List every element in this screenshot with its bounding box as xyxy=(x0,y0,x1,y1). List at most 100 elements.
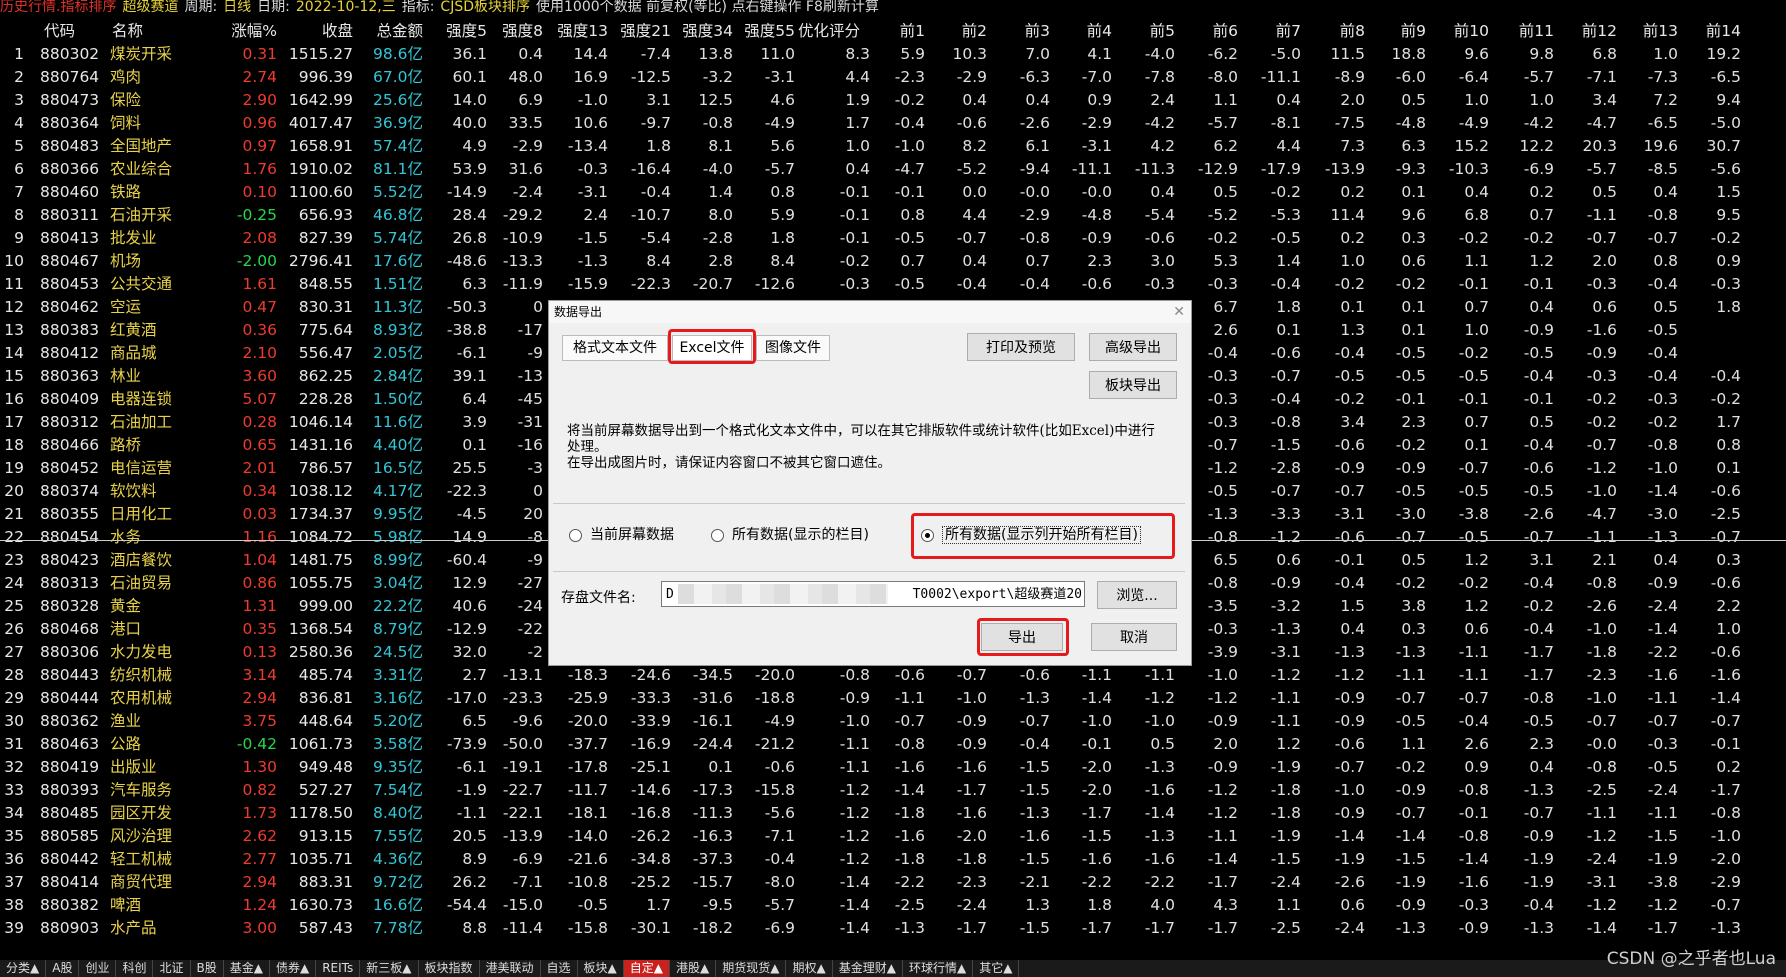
value-cell: -1.2 xyxy=(839,804,870,822)
bottom-tab[interactable]: B股 xyxy=(191,960,224,977)
browse-button[interactable]: 浏览... xyxy=(1097,581,1177,609)
value-cell: -0.4 xyxy=(1523,574,1554,592)
value-cell: -33.9 xyxy=(630,712,671,730)
value-cell: -1.9 xyxy=(1270,827,1301,845)
value-cell: -20.0 xyxy=(754,666,795,684)
total-amount: 4.17亿 xyxy=(372,482,423,500)
tab-format-text[interactable]: 格式文本文件 xyxy=(562,335,668,361)
value-cell: 6.3 xyxy=(1401,137,1426,155)
row-index: 17 xyxy=(4,413,24,431)
cancel-button[interactable]: 取消 xyxy=(1091,623,1177,651)
value-cell: -3.1 xyxy=(1586,873,1617,891)
value-cell: -2.1 xyxy=(1019,873,1050,891)
file-path-input[interactable]: D T0002\export\超级赛道20 xyxy=(661,581,1085,607)
value-cell: -0.2 xyxy=(1334,275,1365,293)
print-preview-button[interactable]: 打印及预览 xyxy=(967,333,1075,361)
value-cell: -1.0 xyxy=(1586,482,1617,500)
bottom-tab[interactable]: REITs xyxy=(316,960,361,977)
bottom-tab[interactable]: 板块▲ xyxy=(578,960,624,977)
advanced-export-button[interactable]: 高级导出 xyxy=(1089,333,1177,361)
close-price: 1100.60 xyxy=(288,183,353,201)
value-cell: -10.3 xyxy=(1448,160,1489,178)
stock-name: 风沙治理 xyxy=(110,827,173,845)
bottom-tab[interactable]: 创业 xyxy=(79,960,117,977)
value-cell: -0.8 xyxy=(1586,574,1617,592)
value-cell: -14.0 xyxy=(567,827,608,845)
value-cell: -23.3 xyxy=(502,689,543,707)
value-cell: -4.0 xyxy=(1144,45,1175,63)
bottom-tab[interactable]: 港股▲ xyxy=(670,960,717,977)
value-cell: -9.5 xyxy=(702,896,733,914)
bottom-tab[interactable]: 期货现货▲ xyxy=(716,960,787,977)
bottom-tab[interactable]: 分类▲ xyxy=(0,960,47,977)
value-cell: -2.9 xyxy=(1019,206,1050,224)
value-cell: -0.4 xyxy=(1523,367,1554,385)
bottom-tab[interactable]: 其它▲ xyxy=(973,960,1020,977)
radio-all-visible[interactable]: 所有数据(显示的栏目) xyxy=(711,525,869,545)
bottom-tab[interactable]: 基金▲ xyxy=(224,960,270,977)
row-index: 27 xyxy=(4,643,24,661)
bottom-tab[interactable]: 新三板▲ xyxy=(360,960,419,977)
mode-label: 历史行情.指标排序 xyxy=(0,0,117,14)
value-cell: -24.6 xyxy=(630,666,671,684)
close-icon[interactable]: ✕ xyxy=(1173,301,1185,323)
value-cell: -10.8 xyxy=(567,873,608,891)
value-cell: -10.7 xyxy=(630,206,671,224)
bottom-tab[interactable]: 自定▲ xyxy=(623,960,671,977)
value-cell: -0.9 xyxy=(1207,712,1238,730)
value-cell: -6.9 xyxy=(512,850,543,868)
value-cell: 19.6 xyxy=(1643,137,1678,155)
value-cell: -0.9 xyxy=(1586,344,1617,362)
value-cell: -1.6 xyxy=(1019,827,1050,845)
value-cell: -18.2 xyxy=(692,919,733,937)
value-cell: -1.4 xyxy=(1144,804,1175,822)
change-percent: 1.76 xyxy=(242,160,277,178)
value-cell: 0.2 xyxy=(1340,229,1365,247)
bottom-tab[interactable]: 环球行情▲ xyxy=(903,960,974,977)
value-cell: -0.5 xyxy=(1458,482,1489,500)
bottom-tab[interactable]: 债券▲ xyxy=(270,960,317,977)
bottom-tab[interactable]: 基金理财▲ xyxy=(833,960,903,977)
value-cell: -1.6 xyxy=(894,827,925,845)
col-header-19: 前8 xyxy=(1339,22,1365,40)
value-cell: -0.7 xyxy=(956,666,987,684)
value-cell: -0.7 xyxy=(1710,896,1741,914)
value-cell: 0.1 xyxy=(1401,321,1426,339)
radio-current-screen[interactable]: 当前屏幕数据 xyxy=(569,525,674,545)
value-cell: -16.9 xyxy=(630,735,671,753)
value-cell: 0.1 xyxy=(708,758,733,776)
bottom-tab[interactable]: 科创 xyxy=(116,960,154,977)
value-cell: 14.4 xyxy=(573,45,608,63)
value-cell: -0.8 xyxy=(839,666,870,684)
value-cell: -1.2 xyxy=(1207,689,1238,707)
bottom-tab[interactable]: 板块指数 xyxy=(419,960,480,977)
block-export-button[interactable]: 板块导出 xyxy=(1089,371,1177,399)
value-cell: -0.2 xyxy=(1395,275,1426,293)
bottom-tab[interactable]: 港美联动 xyxy=(480,960,541,977)
value-cell: -9.6 xyxy=(512,712,543,730)
value-cell: 0.5 xyxy=(1592,183,1617,201)
bottom-tab[interactable]: 期权▲ xyxy=(786,960,833,977)
stock-name: 渔业 xyxy=(110,712,142,730)
value-cell: -1.7 xyxy=(1207,919,1238,937)
value-cell: -5.7 xyxy=(764,160,795,178)
value-cell: -0.6 xyxy=(1019,666,1050,684)
total-amount: 8.40亿 xyxy=(372,804,423,822)
total-amount: 16.5亿 xyxy=(372,459,423,477)
value-cell: -0.5 xyxy=(1334,367,1365,385)
bottom-tab[interactable]: A股 xyxy=(46,960,80,977)
bottom-tab[interactable]: 自选 xyxy=(541,960,578,977)
value-cell: -0.2 xyxy=(1395,574,1426,592)
value-cell: -11.4 xyxy=(502,919,543,937)
value-cell: 2.0 xyxy=(1592,252,1617,270)
value-cell: 0.4 xyxy=(1340,620,1365,638)
value-cell: -0.4 xyxy=(1334,344,1365,362)
value-cell: 6.8 xyxy=(1592,45,1617,63)
tab-image[interactable]: 图像文件 xyxy=(756,335,830,361)
value-cell: 18.8 xyxy=(1391,45,1426,63)
bottom-tab[interactable]: 北证 xyxy=(153,960,191,977)
stock-name: 铁路 xyxy=(110,183,142,201)
total-amount: 24.5亿 xyxy=(372,643,423,661)
stock-name: 林业 xyxy=(110,367,142,385)
value-cell: -2.6 xyxy=(1334,873,1365,891)
